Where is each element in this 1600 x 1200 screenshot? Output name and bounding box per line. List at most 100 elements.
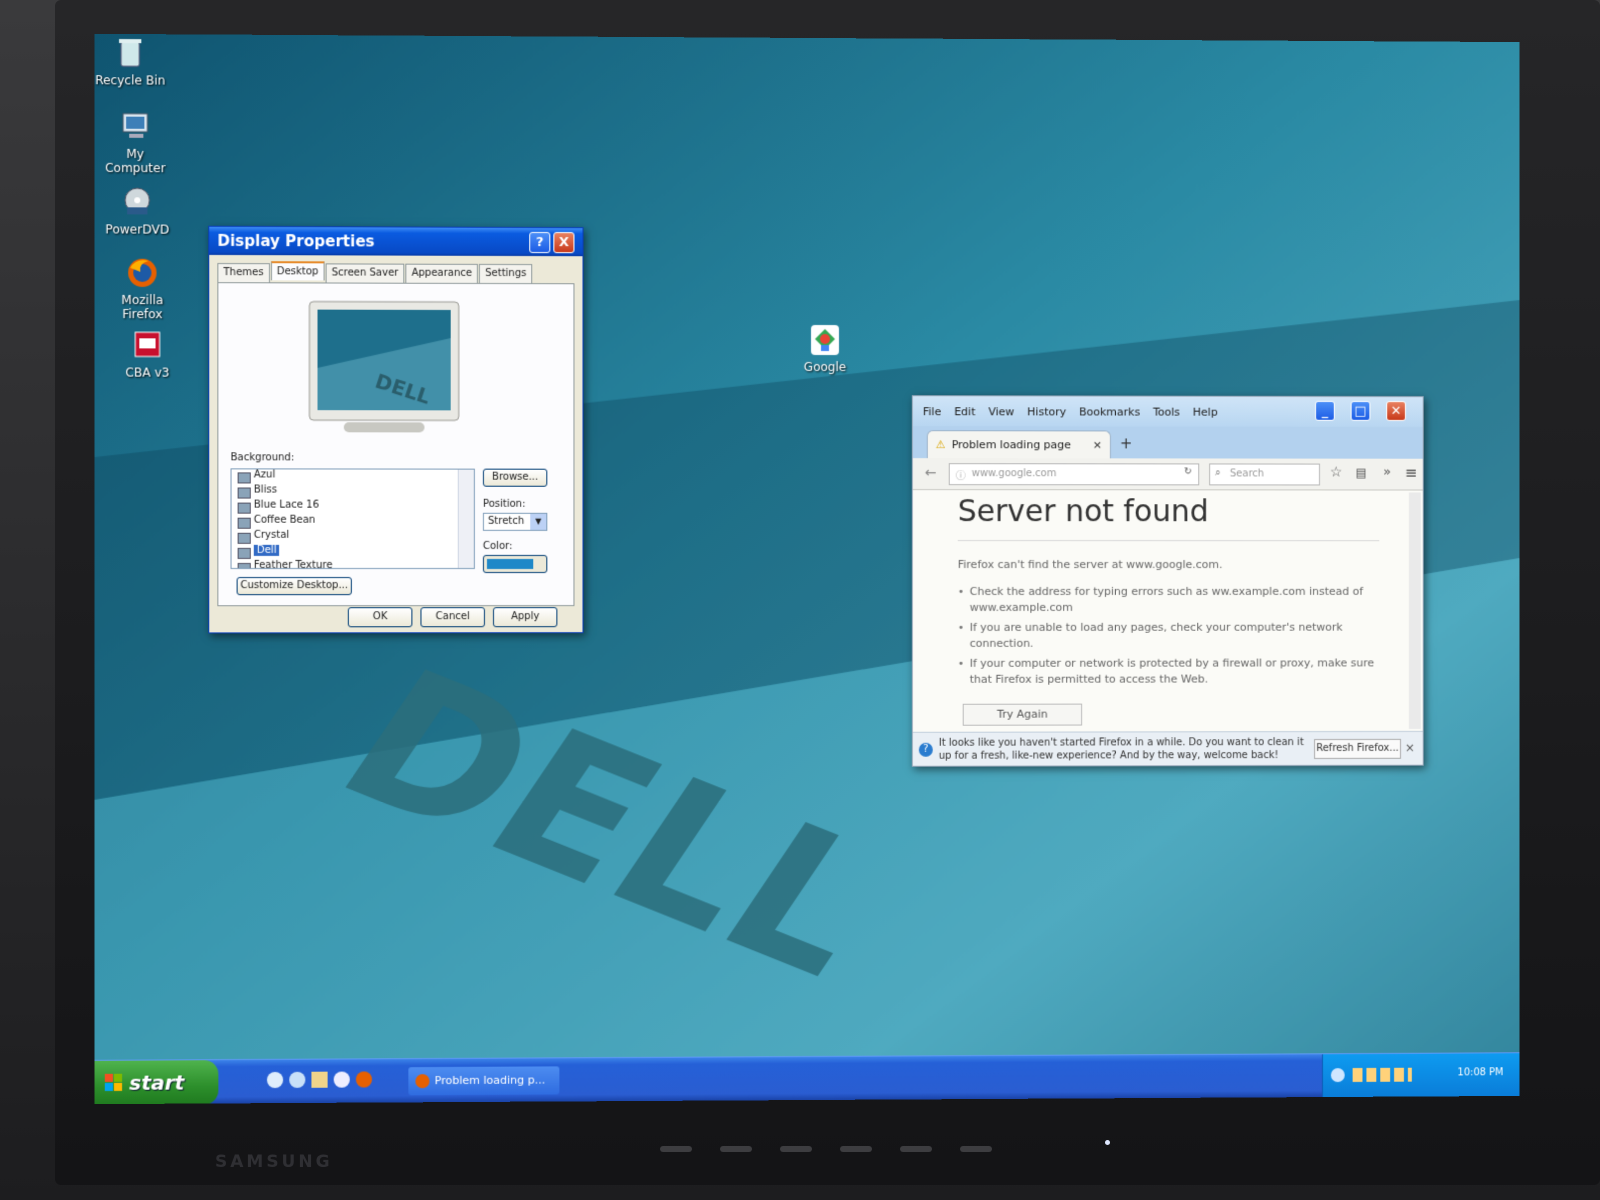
position-label: Position: bbox=[483, 499, 526, 510]
window-controls: _ □ ✕ bbox=[1312, 401, 1419, 421]
monitor-button[interactable] bbox=[660, 1146, 692, 1152]
background-list[interactable]: Azul Bliss Blue Lace 16 Coffee Bean Crys… bbox=[231, 468, 475, 569]
list-item-selected[interactable]: Dell bbox=[232, 545, 474, 560]
firefox-icon bbox=[415, 1074, 429, 1088]
reload-icon[interactable]: ↻ bbox=[1184, 466, 1192, 477]
back-arrow-icon[interactable]: ← bbox=[925, 465, 937, 481]
color-label: Color: bbox=[483, 541, 513, 552]
menu-help[interactable]: Help bbox=[1193, 405, 1218, 418]
customize-desktop-button[interactable]: Customize Desktop... bbox=[237, 577, 352, 595]
firefox-desktop-icon[interactable]: Mozilla Firefox bbox=[95, 256, 193, 322]
url-bar[interactable]: ⓘ www.google.com ↻ bbox=[949, 463, 1199, 485]
dvd-icon bbox=[119, 185, 156, 219]
search-bar[interactable]: ⌕ Search bbox=[1209, 463, 1320, 485]
try-again-button[interactable]: Try Again bbox=[963, 704, 1082, 726]
list-item[interactable]: Coffee Bean bbox=[232, 515, 474, 530]
hamburger-menu-icon[interactable]: ≡ bbox=[1405, 464, 1417, 482]
windows-logo-icon bbox=[105, 1073, 123, 1091]
cba-icon[interactable]: CBA v3 bbox=[97, 328, 198, 380]
monitor-preview: DELL bbox=[303, 298, 464, 441]
my-computer-icon[interactable]: My Computer bbox=[95, 109, 186, 175]
menu-view[interactable]: View bbox=[988, 405, 1014, 418]
tab-appearance[interactable]: Appearance bbox=[406, 264, 479, 283]
firefox-tabstrip: ⚠ Problem loading page × + bbox=[913, 426, 1423, 459]
monitor-button[interactable] bbox=[780, 1146, 812, 1152]
firefox-navbar: ← ⓘ www.google.com ↻ ⌕ Search ☆ ▤ » ≡ bbox=[913, 458, 1423, 490]
start-button[interactable]: start bbox=[95, 1060, 219, 1104]
error-lead: Firefox can't find the server at www.goo… bbox=[958, 558, 1223, 571]
list-item[interactable]: Feather Texture bbox=[232, 560, 474, 569]
monitor-brand: SAMSUNG bbox=[215, 1152, 333, 1172]
position-select[interactable]: Stretch ▼ bbox=[483, 513, 547, 531]
new-tab-button[interactable]: + bbox=[1120, 434, 1132, 452]
powerdvd-icon[interactable]: PowerDVD bbox=[95, 185, 188, 237]
refresh-notification: ? It looks like you haven't started Fire… bbox=[913, 731, 1423, 766]
media-icon[interactable] bbox=[289, 1072, 305, 1088]
error-bullet: Check the address for typing errors such… bbox=[958, 584, 1375, 616]
chevron-left-icon[interactable] bbox=[1331, 1068, 1345, 1082]
menu-history[interactable]: History bbox=[1027, 405, 1066, 418]
ok-button[interactable]: OK bbox=[348, 607, 413, 627]
power-led bbox=[1105, 1140, 1110, 1145]
help-button[interactable]: ? bbox=[529, 231, 550, 252]
maximize-button[interactable]: □ bbox=[1351, 401, 1371, 421]
close-button[interactable]: X bbox=[553, 232, 574, 253]
folder-icon[interactable] bbox=[311, 1072, 327, 1088]
taskbar-item-label: Problem loading p... bbox=[435, 1073, 546, 1087]
page-scrollbar[interactable] bbox=[1409, 493, 1421, 729]
bookmark-star-icon[interactable]: ☆ bbox=[1330, 465, 1342, 481]
dvd-icon[interactable] bbox=[334, 1072, 350, 1088]
display-properties-titlebar[interactable]: Display Properties ? X bbox=[209, 227, 582, 256]
search-placeholder: Search bbox=[1230, 468, 1264, 479]
minimize-button[interactable]: _ bbox=[1315, 401, 1335, 421]
tab-desktop[interactable]: Desktop bbox=[271, 261, 325, 280]
overflow-icon[interactable]: » bbox=[1383, 465, 1391, 480]
error-bullet: If you are unable to load any pages, che… bbox=[958, 620, 1375, 652]
menu-file[interactable]: File bbox=[923, 405, 941, 418]
monitor-button[interactable] bbox=[900, 1146, 932, 1152]
tab-problem-loading[interactable]: ⚠ Problem loading page × bbox=[927, 430, 1111, 458]
tab-close-icon[interactable]: × bbox=[1093, 438, 1102, 451]
background-label: Background: bbox=[231, 452, 295, 463]
firefox-icon[interactable] bbox=[356, 1071, 372, 1087]
browse-button[interactable]: Browse... bbox=[483, 469, 547, 487]
cancel-button[interactable]: Cancel bbox=[420, 607, 484, 627]
color-swatch bbox=[487, 559, 533, 569]
clipboard-icon[interactable]: ▤ bbox=[1356, 466, 1367, 480]
list-item[interactable]: Bliss bbox=[232, 484, 474, 499]
monitor-button[interactable] bbox=[720, 1146, 752, 1152]
list-item[interactable]: Azul bbox=[232, 469, 474, 484]
menu-tools[interactable]: Tools bbox=[1153, 405, 1180, 418]
firefox-icon bbox=[124, 256, 161, 290]
recycle-bin-icon[interactable]: Recycle Bin bbox=[95, 36, 181, 88]
monitor-button[interactable] bbox=[960, 1146, 992, 1152]
desktop-screen: DELL Recycle Bin My Computer PowerDVD Mo… bbox=[95, 34, 1520, 1104]
menu-bookmarks[interactable]: Bookmarks bbox=[1079, 405, 1140, 418]
monitor-button[interactable] bbox=[840, 1146, 872, 1152]
list-item[interactable]: Crystal bbox=[232, 530, 474, 545]
taskbar-item-firefox[interactable]: Problem loading p... bbox=[408, 1066, 559, 1095]
my-computer-label: My Computer bbox=[105, 147, 166, 175]
refresh-firefox-button[interactable]: Refresh Firefox... bbox=[1314, 739, 1401, 759]
tray-icons[interactable] bbox=[1353, 1068, 1412, 1082]
apply-button[interactable]: Apply bbox=[493, 607, 557, 627]
error-page: Server not found Firefox can't find the … bbox=[913, 492, 1419, 730]
list-scrollbar[interactable] bbox=[458, 470, 474, 568]
notice-close-icon[interactable]: × bbox=[1405, 741, 1415, 755]
tab-screen-saver[interactable]: Screen Saver bbox=[326, 263, 405, 282]
google-label: Google bbox=[804, 360, 846, 374]
tab-settings[interactable]: Settings bbox=[479, 264, 532, 283]
powerdvd-label: PowerDVD bbox=[105, 222, 169, 236]
cba-icon bbox=[129, 328, 166, 362]
divider bbox=[958, 540, 1380, 541]
menu-edit[interactable]: Edit bbox=[954, 405, 975, 418]
google-desktop-icon[interactable]: Google bbox=[775, 323, 875, 374]
cba-label: CBA v3 bbox=[125, 365, 169, 379]
taskbar: start Problem loading p... 10:08 PM bbox=[95, 1052, 1520, 1104]
tab-themes[interactable]: Themes bbox=[217, 263, 269, 282]
error-bullet: If your computer or network is protected… bbox=[958, 655, 1375, 687]
color-picker-button[interactable] bbox=[483, 555, 547, 573]
close-button[interactable]: ✕ bbox=[1386, 401, 1406, 421]
ie-icon[interactable] bbox=[267, 1072, 283, 1088]
list-item[interactable]: Blue Lace 16 bbox=[232, 500, 474, 515]
